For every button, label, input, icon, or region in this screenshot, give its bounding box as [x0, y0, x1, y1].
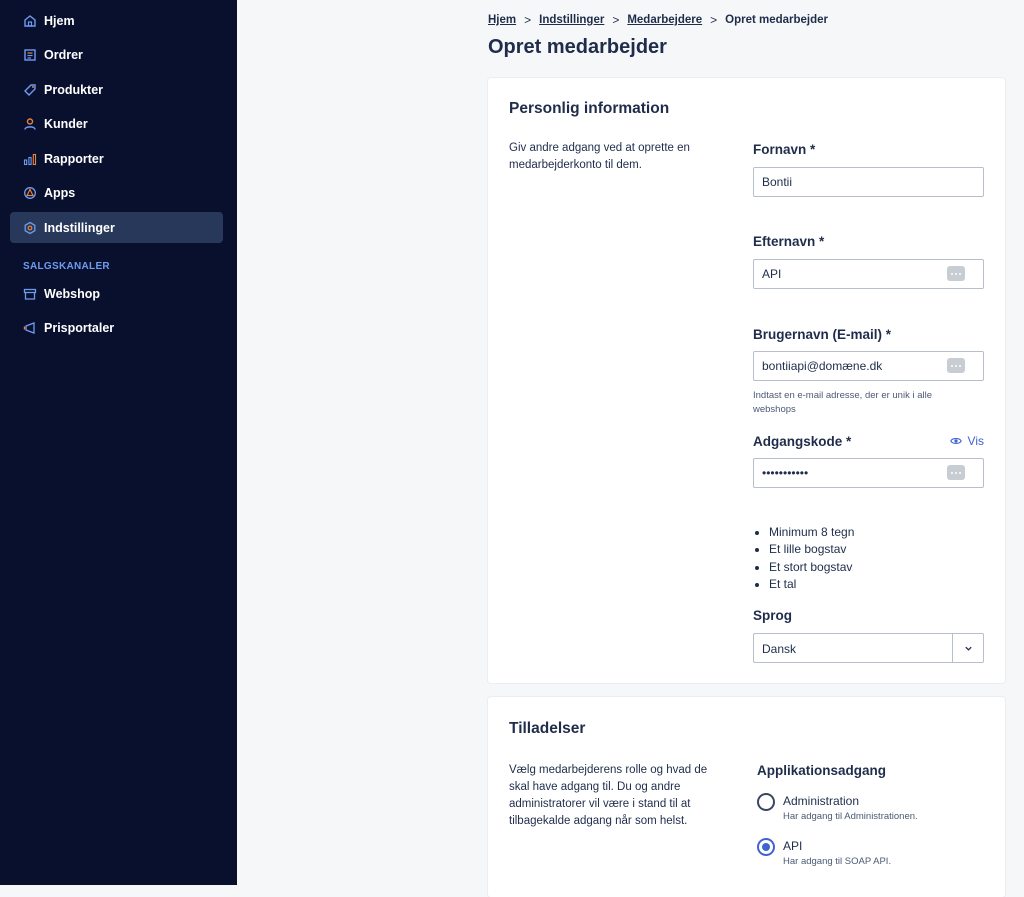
- permissions-title: Tilladelser: [509, 720, 586, 737]
- radio-label: API: [783, 839, 803, 853]
- breadcrumb: Hjem > Indstillinger > Medarbejdere > Op…: [488, 13, 828, 27]
- sales-channels-heading: SALGSKANALER: [23, 261, 110, 272]
- password-requirements: Minimum 8 tegn Et lille bogstav Et stort…: [753, 524, 854, 593]
- radio-label: Administration: [783, 794, 860, 808]
- password-label: Adgangskode *: [753, 434, 852, 449]
- autofill-dots-icon[interactable]: [947, 266, 965, 281]
- language-select-value: Dansk: [762, 642, 797, 656]
- megaphone-icon: [23, 321, 37, 335]
- sidebar-item-rapporter[interactable]: Rapporter: [10, 143, 223, 174]
- sidebar-item-webshop[interactable]: Webshop: [10, 278, 223, 309]
- personal-info-card: Personlig information Giv andre adgang v…: [488, 78, 1005, 683]
- sidebar-item-label: Prisportaler: [44, 320, 115, 335]
- sidebar-item-label: Webshop: [44, 286, 101, 301]
- sidebar-item-label: Rapporter: [44, 151, 104, 166]
- username-label: Brugernavn (E-mail) *: [753, 327, 892, 342]
- permissions-card: Tilladelser Vælg medarbejderens rolle og…: [488, 697, 1005, 897]
- autofill-dots-icon[interactable]: [947, 465, 965, 480]
- eye-icon: [949, 435, 968, 447]
- sidebar-item-label: Produkter: [44, 82, 104, 97]
- page-title: Opret medarbejder: [488, 36, 667, 58]
- radio-api[interactable]: API Har adgang til SOAP API.: [757, 838, 892, 867]
- requirement-item: Et lille bogstav: [769, 541, 854, 558]
- sidebar-item-ordrer[interactable]: Ordrer: [10, 39, 223, 70]
- language-label: Sprog: [753, 608, 792, 623]
- chevron-down-icon: [952, 634, 983, 662]
- language-select[interactable]: Dansk: [753, 633, 984, 663]
- radio-button-checked[interactable]: [757, 838, 775, 856]
- first-name-label: Fornavn *: [753, 142, 816, 157]
- sidebar-item-prisportaler[interactable]: Prisportaler: [10, 312, 223, 343]
- requirement-item: Et tal: [769, 576, 854, 593]
- application-access-title: Applikationsadgang: [757, 763, 887, 778]
- requirement-item: Et stort bogstav: [769, 559, 854, 576]
- apps-icon: [23, 186, 37, 200]
- sidebar-item-apps[interactable]: Apps: [10, 177, 223, 208]
- permissions-description: Vælg medarbejderens rolle og hvad de ska…: [509, 764, 708, 827]
- breadcrumb-current: Opret medarbejder: [725, 14, 829, 26]
- breadcrumb-link-hjem[interactable]: Hjem: [488, 14, 516, 26]
- home-icon: [23, 14, 37, 28]
- sidebar-item-hjem[interactable]: Hjem: [10, 5, 223, 36]
- autofill-dots-icon[interactable]: [947, 358, 965, 373]
- radio-button-unchecked[interactable]: [757, 793, 775, 811]
- show-password-label: Vis: [967, 434, 984, 448]
- username-help-text: Indtast en e-mail adresse, der er unik i…: [753, 390, 933, 415]
- breadcrumb-separator: >: [612, 13, 620, 27]
- orders-icon: [23, 48, 37, 62]
- requirement-item: Minimum 8 tegn: [769, 524, 854, 541]
- sidebar-item-produkter[interactable]: Produkter: [10, 74, 223, 105]
- sidebar-item-label: Ordrer: [44, 47, 83, 62]
- breadcrumb-separator: >: [524, 13, 532, 27]
- sidebar: Hjem Ordrer Produkter Kunder Rapporter A…: [0, 0, 237, 885]
- personal-info-description: Giv andre adgang ved at oprette en medar…: [509, 142, 690, 171]
- radio-administration[interactable]: Administration Har adgang til Administra…: [757, 793, 918, 822]
- sidebar-item-label: Hjem: [44, 13, 75, 28]
- sidebar-item-label: Kunder: [44, 116, 88, 131]
- tag-icon: [23, 83, 37, 97]
- breadcrumb-separator: >: [710, 13, 718, 27]
- sidebar-item-label: Apps: [44, 185, 76, 200]
- radio-description: Har adgang til Administrationen.: [783, 811, 918, 822]
- breadcrumb-link-indstillinger[interactable]: Indstillinger: [539, 14, 604, 26]
- breadcrumb-link-medarbejdere[interactable]: Medarbejdere: [627, 14, 702, 26]
- sidebar-item-label: Indstillinger: [44, 220, 115, 235]
- radio-description: Har adgang til SOAP API.: [783, 856, 892, 867]
- user-icon: [23, 117, 37, 131]
- last-name-label: Efternavn *: [753, 234, 825, 249]
- bar-chart-icon: [23, 152, 37, 166]
- sidebar-item-kunder[interactable]: Kunder: [10, 108, 223, 139]
- sidebar-item-indstillinger[interactable]: Indstillinger: [10, 212, 223, 243]
- show-password-toggle[interactable]: Vis: [949, 434, 984, 448]
- personal-info-title: Personlig information: [509, 100, 670, 117]
- gear-icon: [23, 221, 37, 235]
- store-icon: [23, 287, 37, 301]
- first-name-input[interactable]: [753, 167, 984, 197]
